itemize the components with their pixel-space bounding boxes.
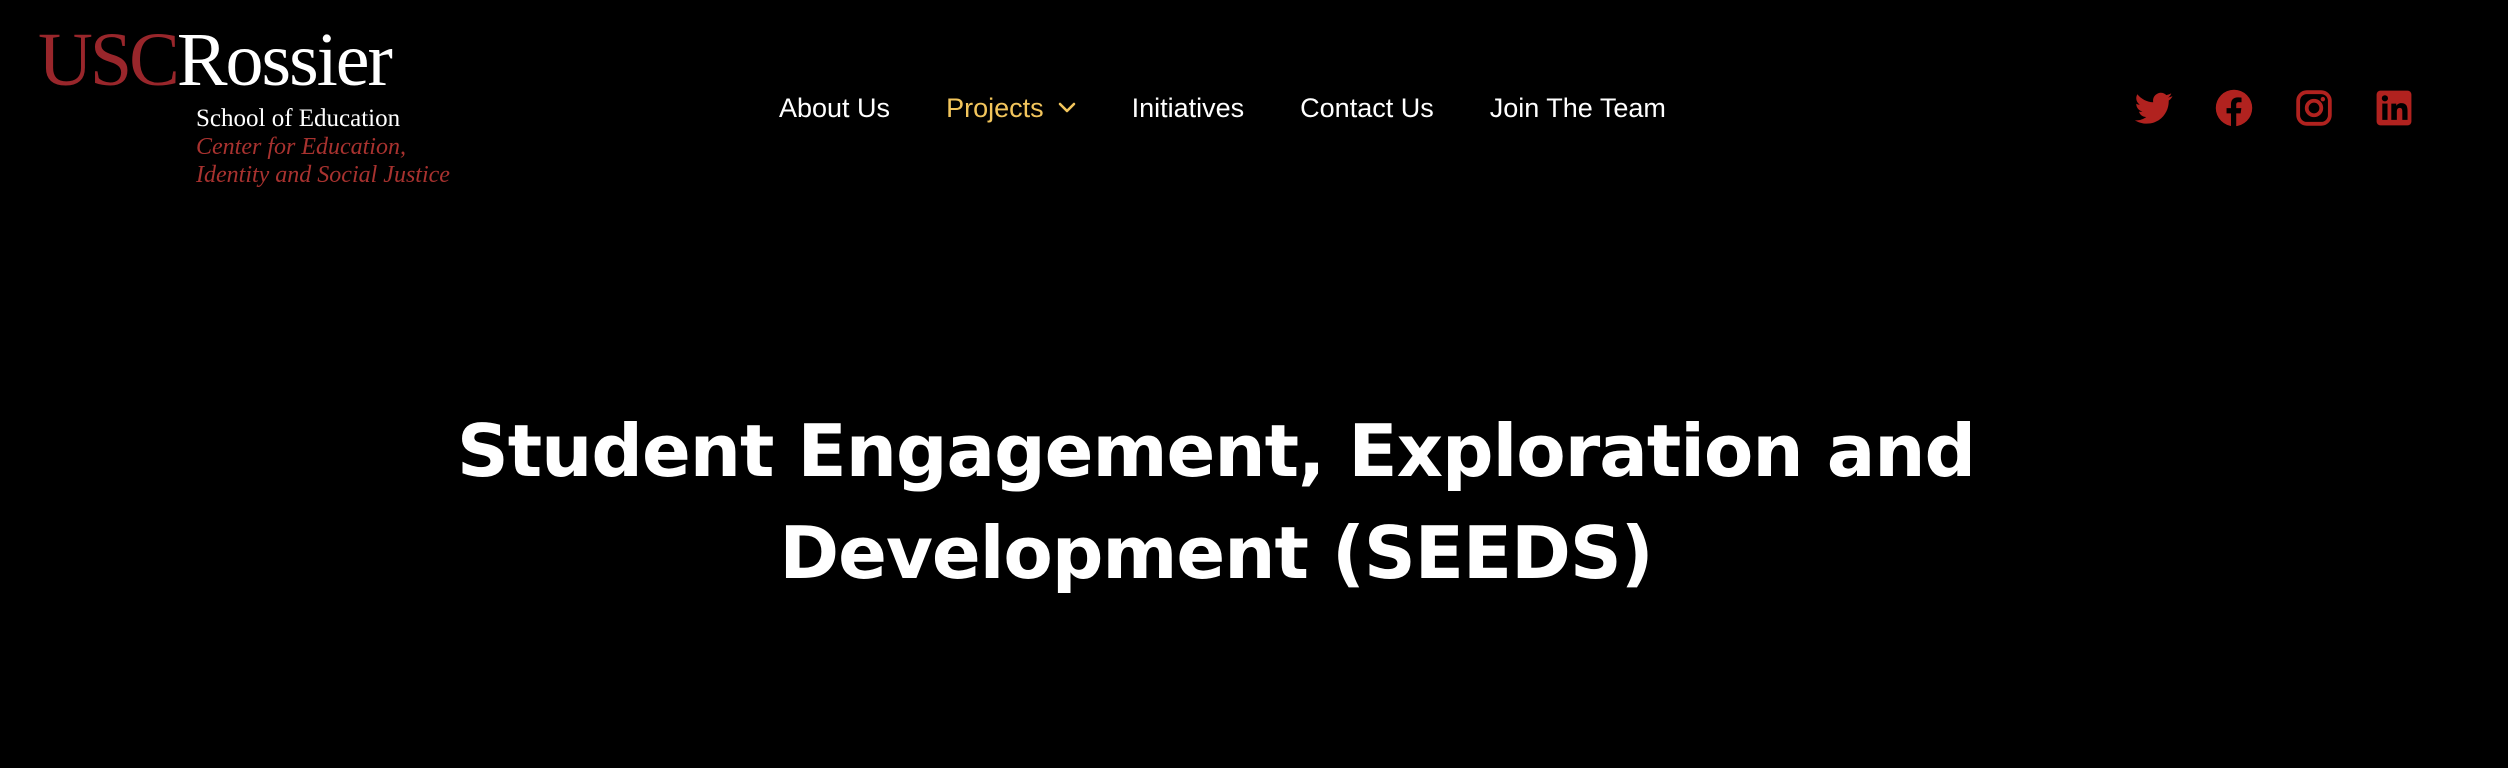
nav-item-label: Join The Team: [1489, 93, 1666, 123]
nav-item-label: About Us: [779, 93, 891, 123]
nav-item-contact-us[interactable]: Contact Us: [1300, 88, 1434, 128]
nav-item-join-the-team[interactable]: Join The Team: [1490, 88, 1666, 128]
logo-wordmark: USCRossier: [38, 22, 393, 98]
twitter-icon[interactable]: [2134, 88, 2174, 128]
nav-item-label: Initiatives: [1131, 93, 1245, 123]
nav-item-projects[interactable]: Projects: [946, 88, 1076, 128]
instagram-icon[interactable]: [2294, 88, 2334, 128]
site-header: USCRossier School of Education Center fo…: [0, 0, 2508, 200]
logo-usc: USC: [38, 18, 180, 102]
page-title-line1: Student Engagement, Exploration and: [456, 409, 1976, 493]
social-links: [2134, 88, 2414, 128]
logo-center-name: Center for Education, Identity and Socia…: [196, 133, 450, 189]
linkedin-icon[interactable]: [2374, 88, 2414, 128]
usc-rossier-logo[interactable]: USCRossier School of Education Center fo…: [38, 22, 458, 192]
main-nav: About Us Projects Initiatives Contact Us…: [779, 88, 1666, 128]
logo-school-name: School of Education: [196, 105, 401, 132]
nav-item-label: Contact Us: [1300, 93, 1434, 123]
facebook-icon[interactable]: [2214, 88, 2254, 128]
logo-center-line2: Identity and Social Justice: [196, 162, 450, 188]
nav-item-about-us[interactable]: About Us: [779, 88, 890, 128]
logo-rossier: Rossier: [176, 18, 393, 102]
logo-center-line1: Center for Education,: [196, 134, 406, 160]
hero-section: Student Engagement, Exploration and Deve…: [0, 400, 2432, 604]
chevron-down-icon: [1058, 102, 1075, 113]
page-title-line2: Development (SEEDS): [779, 511, 1653, 595]
nav-item-initiatives[interactable]: Initiatives: [1132, 88, 1245, 128]
page-title: Student Engagement, Exploration and Deve…: [0, 400, 2432, 604]
nav-item-label: Projects: [946, 93, 1044, 123]
